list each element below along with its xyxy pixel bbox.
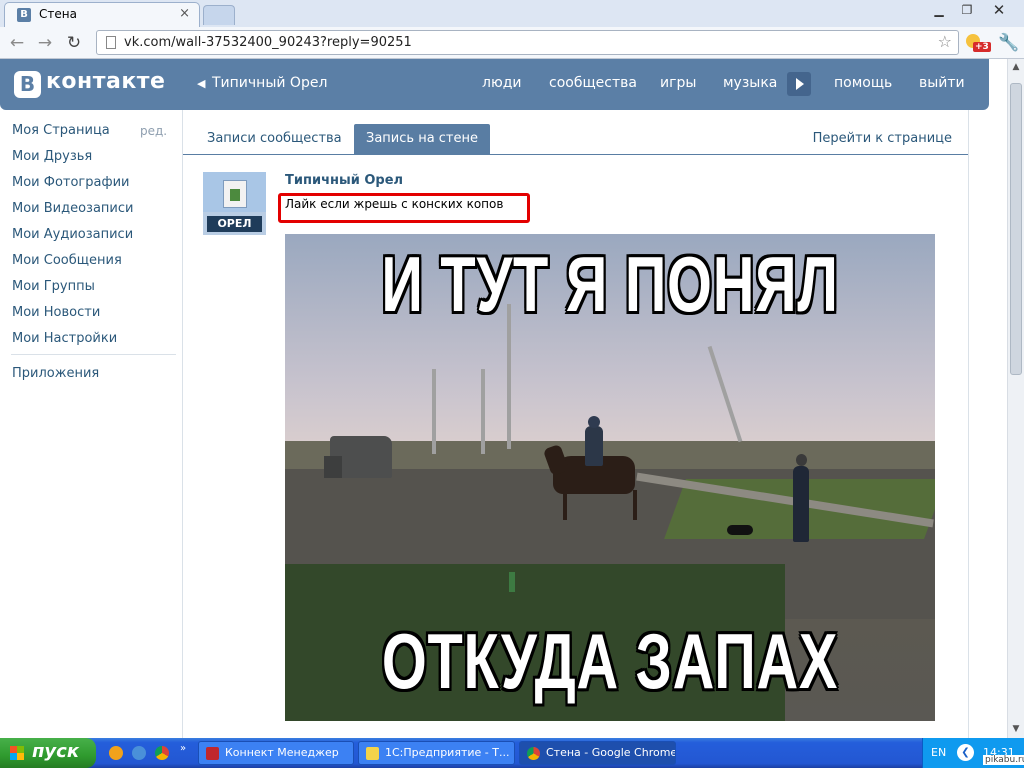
- page-icon: [106, 36, 116, 49]
- back-triangle-icon[interactable]: ◀: [197, 77, 205, 90]
- extension-badge: +3: [973, 42, 991, 52]
- meme-caption-bottom: ОТКУДА ЗАПАХ: [381, 617, 839, 705]
- sidebar-item-apps[interactable]: Приложения: [12, 366, 99, 381]
- nav-logout[interactable]: выйти: [919, 75, 965, 91]
- tab-title: Стена: [39, 7, 77, 21]
- sidebar-item-my-page[interactable]: Моя Страница: [12, 123, 110, 138]
- nav-games[interactable]: игры: [660, 75, 696, 91]
- task-label: 1С:Предприятие - Т...: [385, 746, 510, 759]
- chrome-quicklaunch-icon[interactable]: [155, 746, 169, 760]
- minimize-icon[interactable]: ▁: [926, 1, 952, 19]
- image-rider: [585, 416, 603, 466]
- quicklaunch-expand-icon[interactable]: »: [180, 743, 188, 757]
- nav-help[interactable]: помощь: [834, 75, 892, 91]
- task-1c[interactable]: 1С:Предприятие - Т...: [358, 741, 515, 765]
- window-close-icon[interactable]: ✕: [986, 1, 1012, 19]
- coat-of-arms-icon: [223, 180, 247, 208]
- tray-expand-icon[interactable]: ❮: [957, 744, 974, 761]
- sidebar-divider: [11, 354, 176, 355]
- forward-arrow-icon[interactable]: →: [34, 32, 56, 54]
- start-label: пуск: [32, 741, 80, 762]
- task-label: Стена - Google Chrome: [546, 746, 676, 759]
- windows-flag-icon: [10, 746, 24, 760]
- 1c-icon: [366, 747, 379, 760]
- group-avatar[interactable]: ОРЕЛ: [203, 172, 266, 235]
- image-pole: [432, 369, 436, 454]
- weather-extension-icon[interactable]: +3: [966, 32, 991, 54]
- nav-music[interactable]: музыка: [723, 75, 777, 91]
- sidebar-item-audio[interactable]: Мои Аудиозаписи: [12, 227, 133, 242]
- scrollbar-thumb[interactable]: [1010, 83, 1022, 375]
- vk-logo-icon[interactable]: В: [14, 71, 41, 98]
- watermark: pikabu.ru: [983, 755, 1024, 765]
- sidebar-item-photos[interactable]: Мои Фотографии: [12, 175, 129, 190]
- task-label: Коннект Менеджер: [225, 746, 339, 759]
- tab-wall-post[interactable]: Запись на стене: [354, 124, 491, 154]
- browser-tab-active[interactable]: B Стена ×: [4, 2, 200, 27]
- sidebar-item-videos[interactable]: Мои Видеозаписи: [12, 201, 133, 216]
- bookmark-star-icon[interactable]: ☆: [938, 32, 952, 51]
- post-image[interactable]: И ТУТ Я ПОНЯЛ ОТКУДА ЗАПАХ: [285, 234, 935, 721]
- sidebar-edit-link[interactable]: ред.: [140, 124, 167, 138]
- image-horse-legs: [563, 490, 637, 520]
- tab-community-posts[interactable]: Записи сообщества: [207, 131, 342, 146]
- music-play-icon[interactable]: [787, 72, 811, 96]
- group-back-link[interactable]: Типичный Орел: [212, 75, 327, 91]
- chrome-icon: [527, 747, 540, 760]
- wrench-menu-icon[interactable]: 🔧: [998, 33, 1019, 53]
- image-bottle: [509, 572, 515, 592]
- image-man: [793, 454, 809, 542]
- task-connect-manager[interactable]: Коннект Менеджер: [198, 741, 354, 765]
- content-tabs: Записи сообщества Запись на стене Перейт…: [183, 110, 968, 155]
- sidebar-item-friends[interactable]: Мои Друзья: [12, 149, 92, 164]
- start-button[interactable]: пуск: [0, 738, 96, 768]
- vk-logo-text[interactable]: контакте: [46, 69, 165, 94]
- address-url[interactable]: vk.com/wall-37532400_90243?reply=90251: [124, 35, 412, 50]
- image-crane: [707, 345, 743, 443]
- scroll-up-icon[interactable]: ▲: [1008, 59, 1024, 75]
- ie-icon[interactable]: [132, 746, 146, 760]
- sidebar-item-settings[interactable]: Мои Настройки: [12, 331, 117, 346]
- reload-icon[interactable]: ↻: [63, 32, 85, 54]
- main-content: Записи сообщества Запись на стене Перейт…: [182, 110, 969, 738]
- vk-header: В контакте ◀ Типичный Орел люди сообщест…: [0, 59, 989, 110]
- connect-manager-icon: [206, 747, 219, 760]
- tab-close-icon[interactable]: ×: [179, 6, 190, 21]
- new-tab-button[interactable]: [203, 5, 235, 25]
- restore-icon[interactable]: ❐: [954, 1, 980, 19]
- sidebar-item-news[interactable]: Мои Новости: [12, 305, 100, 320]
- red-highlight-box: [278, 193, 530, 223]
- image-pole: [481, 369, 485, 454]
- meme-caption-top: И ТУТ Я ПОНЯЛ: [381, 240, 839, 328]
- sidebar-item-groups[interactable]: Мои Группы: [12, 279, 95, 294]
- sidebar-item-messages[interactable]: Мои Сообщения: [12, 253, 122, 268]
- go-to-page-link[interactable]: Перейти к странице: [813, 131, 952, 146]
- nav-communities[interactable]: сообщества: [549, 75, 637, 91]
- browser-titlebar: B Стена × ▁ ❐ ✕: [0, 0, 1024, 27]
- avatar-label: ОРЕЛ: [207, 216, 262, 232]
- browser-toolbar: ← → ↻ vk.com/wall-37532400_90243?reply=9…: [0, 27, 1024, 59]
- image-dog: [727, 525, 753, 535]
- task-chrome[interactable]: Стена - Google Chrome: [519, 741, 676, 765]
- post-author-link[interactable]: Типичный Орел: [285, 173, 403, 188]
- nav-people[interactable]: люди: [482, 75, 522, 91]
- language-indicator[interactable]: EN: [931, 746, 946, 759]
- address-bar[interactable]: vk.com/wall-37532400_90243?reply=90251 ☆: [96, 30, 959, 55]
- windows-taskbar: пуск » Коннект Менеджер 1С:Предприятие -…: [0, 738, 1024, 768]
- media-player-icon[interactable]: [109, 746, 123, 760]
- left-sidebar: Моя Страница ред. Мои Друзья Мои Фотогра…: [0, 110, 182, 738]
- page-scrollbar[interactable]: ▲ ▼: [1007, 59, 1024, 738]
- scroll-down-icon[interactable]: ▼: [1008, 721, 1024, 737]
- back-arrow-icon[interactable]: ←: [6, 32, 28, 54]
- vk-favicon-icon: B: [17, 8, 31, 22]
- image-van: [324, 436, 392, 478]
